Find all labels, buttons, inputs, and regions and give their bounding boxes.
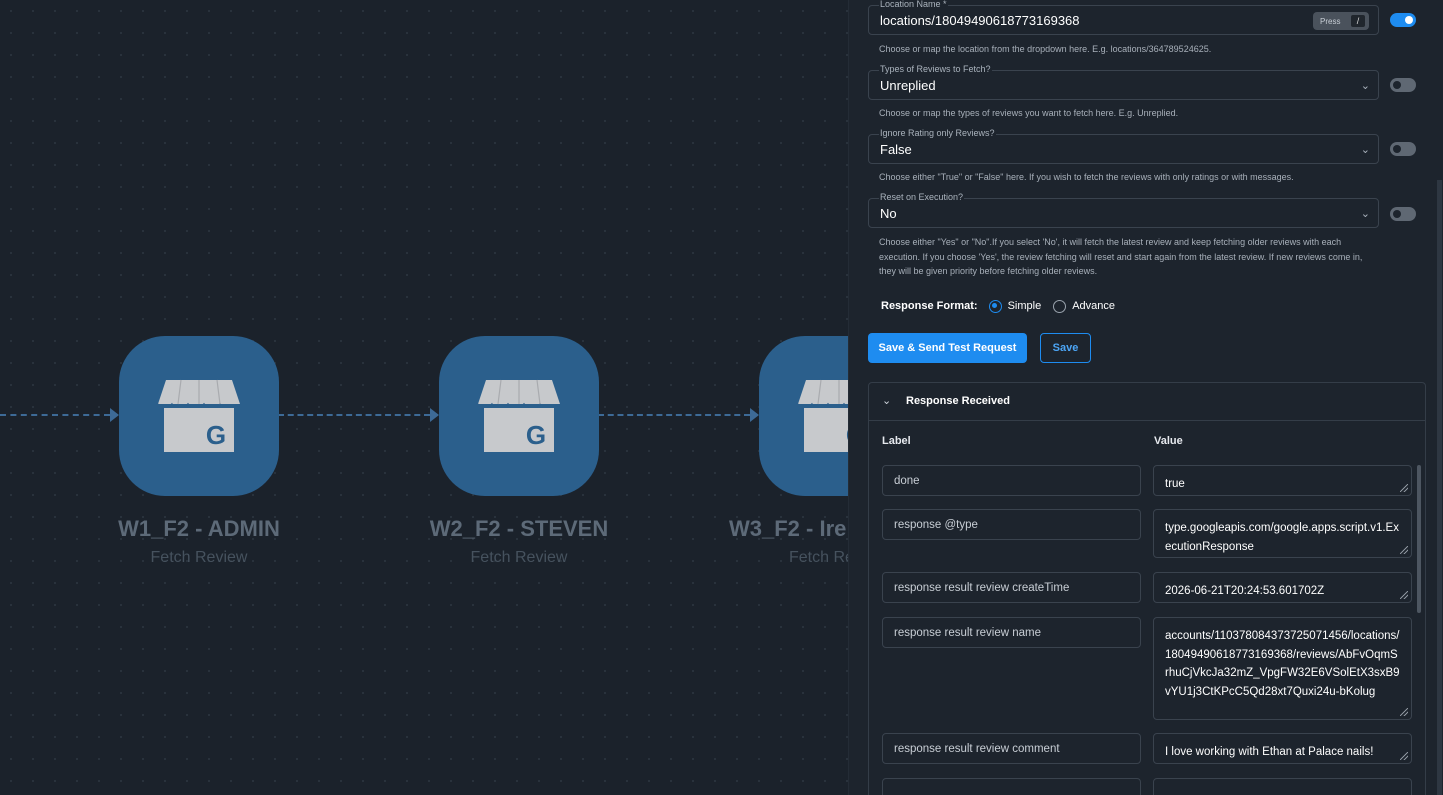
response-format-group: Response Format: Simple Advance [881,299,1115,313]
field-help: Choose or map the location from the drop… [879,44,1212,54]
reset-execution-select[interactable]: Reset on Execution? No ⌄ [868,192,1379,228]
response-label: response result review createTime [882,572,1141,603]
radio-simple[interactable] [988,299,1002,313]
field-help: Choose either "Yes" or "No".If you selec… [879,237,1363,276]
response-label: response result review name [882,617,1141,648]
resize-grip-icon[interactable] [1400,752,1408,760]
field-value: locations/18049490618773169368 [880,13,1080,28]
field-label: Ignore Rating only Reviews? [879,128,996,138]
field-help: Choose or map the types of reviews you w… [879,108,1179,118]
chevron-down-icon: ⌄ [1360,208,1370,220]
connector-arrow [110,408,119,422]
response-format-label: Response Format: [881,300,978,312]
response-value[interactable] [1153,778,1412,795]
response-label: response result review comment [882,733,1141,764]
node-subtitle: Fetch Review [150,549,248,566]
google-my-business-store-icon: G [797,379,848,452]
connector-line [598,414,750,416]
map-toggle-reset[interactable] [1390,207,1416,221]
review-types-select[interactable]: Types of Reviews to Fetch? Unreplied ⌄ [868,64,1379,100]
workflow-node-w1[interactable]: G [119,336,279,496]
column-header-label: Label [882,435,911,447]
workflow-canvas[interactable]: G W1_F2 - ADMIN Fetch Review G W2_F2 - S… [0,0,848,795]
save-button[interactable]: Save [1040,333,1091,363]
node-title: W3_F2 - Ire [729,516,847,541]
radio-advance-label[interactable]: Advance [1072,300,1115,312]
field-value: False [880,142,912,157]
settings-panel: Location Name * locations/18049490618773… [848,0,1443,795]
response-value[interactable]: true [1153,465,1412,496]
chevron-down-icon: ⌄ [1360,144,1370,156]
column-header-value: Value [1154,435,1183,447]
field-value: Unreplied [880,78,936,93]
connector-line [0,414,110,416]
response-value[interactable]: accounts/110378084373725071456/locations… [1153,617,1412,720]
location-name-field[interactable]: Location Name * locations/18049490618773… [868,0,1379,35]
radio-simple-label[interactable]: Simple [1008,300,1042,312]
response-scrollbar[interactable] [1417,465,1421,613]
node-title: W1_F2 - ADMIN [118,516,280,541]
chevron-down-icon: ⌄ [1360,80,1370,92]
resize-grip-icon[interactable] [1400,546,1408,554]
save-and-send-test-button[interactable]: Save & Send Test Request [868,333,1027,363]
svg-text:G: G [526,420,546,450]
response-label: response @type [882,509,1141,540]
response-received-section: ⌄ Response Received Label Value done tru… [868,382,1426,795]
field-label: Types of Reviews to Fetch? [879,64,992,74]
map-toggle-review-types[interactable] [1390,78,1416,92]
response-value[interactable]: type.googleapis.com/google.apps.script.v… [1153,509,1412,558]
connector-line [278,414,430,416]
field-label: Reset on Execution? [879,192,965,202]
node-subtitle: Fetch Re [789,549,848,566]
google-my-business-store-icon: G [477,379,561,452]
response-header[interactable]: ⌄ Response Received [869,383,1425,421]
ignore-rating-select[interactable]: Ignore Rating only Reviews? False ⌄ [868,128,1379,164]
map-toggle-location[interactable] [1390,13,1416,27]
google-my-business-store-icon: G [157,379,241,452]
svg-text:G: G [206,420,226,450]
map-toggle-ignore-rating[interactable] [1390,142,1416,156]
panel-scrollbar[interactable] [1437,180,1442,795]
workflow-node-w2[interactable]: G [439,336,599,496]
press-shortcut-badge: Press / [1313,12,1369,30]
slash-key: / [1351,15,1365,27]
response-value[interactable]: 2026-06-21T20:24:53.601702Z [1153,572,1412,603]
resize-grip-icon[interactable] [1400,708,1408,716]
resize-grip-icon[interactable] [1400,591,1408,599]
field-value: No [880,206,897,221]
node-title: W2_F2 - STEVEN [429,516,609,541]
connector-arrow [750,408,759,422]
response-value[interactable]: I love working with Ethan at Palace nail… [1153,733,1412,764]
response-label [882,778,1141,795]
resize-grip-icon[interactable] [1400,484,1408,492]
field-label: Location Name * [879,0,948,9]
node-subtitle: Fetch Review [470,549,568,566]
connector-arrow [430,408,439,422]
chevron-down-icon: ⌄ [882,395,892,407]
workflow-node-w3[interactable]: G [759,336,848,496]
response-title: Response Received [906,395,1010,407]
field-help: Choose either "True" or "False" here. If… [879,172,1294,182]
response-label: done [882,465,1141,496]
radio-advance[interactable] [1053,299,1067,313]
